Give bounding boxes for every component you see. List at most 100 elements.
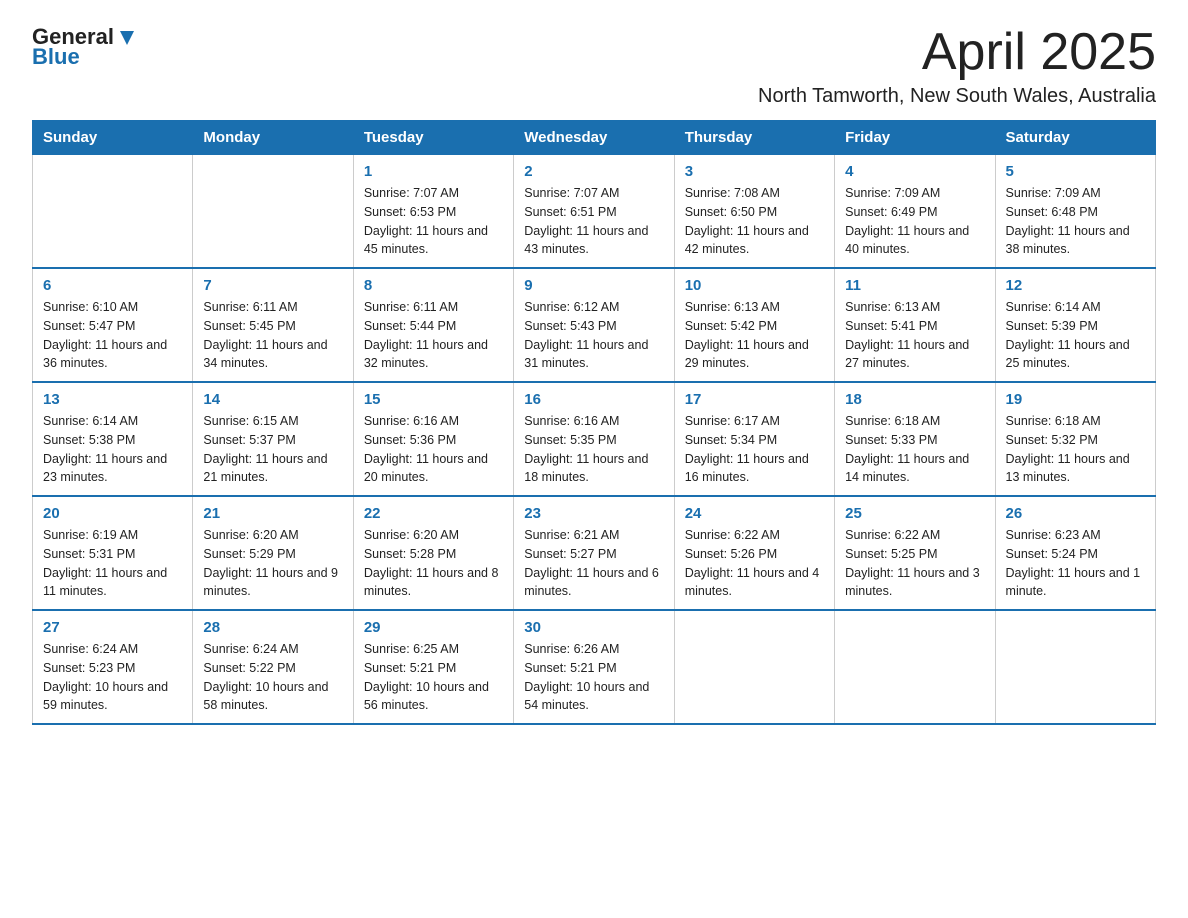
calendar-day-cell bbox=[835, 610, 995, 724]
day-of-week-header: Monday bbox=[193, 121, 353, 155]
day-number: 10 bbox=[685, 277, 824, 294]
day-number: 16 bbox=[524, 391, 663, 408]
calendar-day-cell: 24 Sunrise: 6:22 AMSunset: 5:26 PMDayligh… bbox=[674, 496, 834, 610]
calendar-day-cell: 19 Sunrise: 6:18 AMSunset: 5:32 PMDayligh… bbox=[995, 382, 1155, 496]
day-number: 13 bbox=[43, 391, 182, 408]
day-info: Sunrise: 6:14 AMSunset: 5:39 PMDaylight:… bbox=[1006, 298, 1145, 373]
day-info: Sunrise: 6:20 AMSunset: 5:29 PMDaylight:… bbox=[203, 526, 342, 601]
calendar-day-cell bbox=[674, 610, 834, 724]
day-number: 17 bbox=[685, 391, 824, 408]
day-info: Sunrise: 6:13 AMSunset: 5:42 PMDaylight:… bbox=[685, 298, 824, 373]
calendar-day-cell: 16Sunrise: 6:16 AMSunset: 5:35 PMDayligh… bbox=[514, 382, 674, 496]
day-number: 30 bbox=[524, 619, 663, 636]
calendar-day-cell: 2 Sunrise: 7:07 AMSunset: 6:51 PMDaylight… bbox=[514, 155, 674, 269]
day-number: 4 bbox=[845, 163, 984, 180]
day-info: Sunrise: 7:07 AMSunset: 6:51 PMDaylight:… bbox=[524, 184, 663, 259]
logo-blue-text: Blue bbox=[32, 44, 80, 70]
day-info: Sunrise: 6:14 AMSunset: 5:38 PMDaylight:… bbox=[43, 412, 182, 487]
calendar-day-cell: 15 Sunrise: 6:16 AMSunset: 5:36 PMDayligh… bbox=[353, 382, 513, 496]
day-info: Sunrise: 6:21 AMSunset: 5:27 PMDaylight:… bbox=[524, 526, 663, 601]
calendar-day-cell: 21 Sunrise: 6:20 AMSunset: 5:29 PMDayligh… bbox=[193, 496, 353, 610]
day-number: 28 bbox=[203, 619, 342, 636]
calendar-day-cell: 27 Sunrise: 6:24 AMSunset: 5:23 PMDayligh… bbox=[33, 610, 193, 724]
day-info: Sunrise: 6:10 AMSunset: 5:47 PMDaylight:… bbox=[43, 298, 182, 373]
day-of-week-header: Friday bbox=[835, 121, 995, 155]
day-info: Sunrise: 6:18 AMSunset: 5:32 PMDaylight:… bbox=[1006, 412, 1145, 487]
calendar-day-cell: 6 Sunrise: 6:10 AMSunset: 5:47 PMDaylight… bbox=[33, 268, 193, 382]
calendar-table: SundayMondayTuesdayWednesdayThursdayFrid… bbox=[32, 120, 1156, 725]
day-number: 24 bbox=[685, 505, 824, 522]
calendar-day-cell bbox=[33, 155, 193, 269]
day-of-week-header: Sunday bbox=[33, 121, 193, 155]
day-number: 29 bbox=[364, 619, 503, 636]
calendar-day-cell: 20 Sunrise: 6:19 AMSunset: 5:31 PMDayligh… bbox=[33, 496, 193, 610]
day-number: 2 bbox=[524, 163, 663, 180]
calendar-day-cell: 3 Sunrise: 7:08 AMSunset: 6:50 PMDaylight… bbox=[674, 155, 834, 269]
day-number: 23 bbox=[524, 505, 663, 522]
day-info: Sunrise: 7:09 AMSunset: 6:49 PMDaylight:… bbox=[845, 184, 984, 259]
month-title: April 2025 bbox=[758, 24, 1156, 81]
calendar-day-cell: 13 Sunrise: 6:14 AMSunset: 5:38 PMDayligh… bbox=[33, 382, 193, 496]
day-info: Sunrise: 6:24 AMSunset: 5:22 PMDaylight:… bbox=[203, 640, 342, 715]
calendar-week-row: 27 Sunrise: 6:24 AMSunset: 5:23 PMDayligh… bbox=[33, 610, 1156, 724]
calendar-day-cell: 7 Sunrise: 6:11 AMSunset: 5:45 PMDaylight… bbox=[193, 268, 353, 382]
calendar-header-row: SundayMondayTuesdayWednesdayThursdayFrid… bbox=[33, 121, 1156, 155]
day-number: 25 bbox=[845, 505, 984, 522]
calendar-day-cell: 28 Sunrise: 6:24 AMSunset: 5:22 PMDayligh… bbox=[193, 610, 353, 724]
day-number: 21 bbox=[203, 505, 342, 522]
day-number: 7 bbox=[203, 277, 342, 294]
day-info: Sunrise: 6:22 AMSunset: 5:26 PMDaylight:… bbox=[685, 526, 824, 601]
calendar-day-cell bbox=[995, 610, 1155, 724]
day-number: 20 bbox=[43, 505, 182, 522]
day-number: 6 bbox=[43, 277, 182, 294]
calendar-day-cell: 30Sunrise: 6:26 AMSunset: 5:21 PMDayligh… bbox=[514, 610, 674, 724]
calendar-week-row: 1 Sunrise: 7:07 AMSunset: 6:53 PMDaylight… bbox=[33, 155, 1156, 269]
calendar-day-cell: 26 Sunrise: 6:23 AMSunset: 5:24 PMDayligh… bbox=[995, 496, 1155, 610]
day-number: 9 bbox=[524, 277, 663, 294]
calendar-day-cell: 11Sunrise: 6:13 AMSunset: 5:41 PMDayligh… bbox=[835, 268, 995, 382]
calendar-day-cell: 1 Sunrise: 7:07 AMSunset: 6:53 PMDaylight… bbox=[353, 155, 513, 269]
calendar-day-cell: 8Sunrise: 6:11 AMSunset: 5:44 PMDaylight… bbox=[353, 268, 513, 382]
day-info: Sunrise: 6:18 AMSunset: 5:33 PMDaylight:… bbox=[845, 412, 984, 487]
day-number: 3 bbox=[685, 163, 824, 180]
day-info: Sunrise: 7:07 AMSunset: 6:53 PMDaylight:… bbox=[364, 184, 503, 259]
day-info: Sunrise: 6:12 AMSunset: 5:43 PMDaylight:… bbox=[524, 298, 663, 373]
day-number: 1 bbox=[364, 163, 503, 180]
calendar-day-cell: 18Sunrise: 6:18 AMSunset: 5:33 PMDayligh… bbox=[835, 382, 995, 496]
day-number: 22 bbox=[364, 505, 503, 522]
day-number: 14 bbox=[203, 391, 342, 408]
day-number: 26 bbox=[1006, 505, 1145, 522]
day-number: 12 bbox=[1006, 277, 1145, 294]
day-number: 15 bbox=[364, 391, 503, 408]
calendar-day-cell: 4 Sunrise: 7:09 AMSunset: 6:49 PMDaylight… bbox=[835, 155, 995, 269]
day-number: 27 bbox=[43, 619, 182, 636]
logo-triangle-icon bbox=[116, 27, 138, 49]
calendar-day-cell: 9 Sunrise: 6:12 AMSunset: 5:43 PMDaylight… bbox=[514, 268, 674, 382]
day-info: Sunrise: 6:19 AMSunset: 5:31 PMDaylight:… bbox=[43, 526, 182, 601]
calendar-day-cell: 25 Sunrise: 6:22 AMSunset: 5:25 PMDayligh… bbox=[835, 496, 995, 610]
day-of-week-header: Saturday bbox=[995, 121, 1155, 155]
calendar-day-cell: 29 Sunrise: 6:25 AMSunset: 5:21 PMDayligh… bbox=[353, 610, 513, 724]
calendar-week-row: 20 Sunrise: 6:19 AMSunset: 5:31 PMDayligh… bbox=[33, 496, 1156, 610]
day-info: Sunrise: 6:25 AMSunset: 5:21 PMDaylight:… bbox=[364, 640, 503, 715]
day-info: Sunrise: 6:24 AMSunset: 5:23 PMDaylight:… bbox=[43, 640, 182, 715]
day-info: Sunrise: 7:09 AMSunset: 6:48 PMDaylight:… bbox=[1006, 184, 1145, 259]
calendar-day-cell: 22 Sunrise: 6:20 AMSunset: 5:28 PMDayligh… bbox=[353, 496, 513, 610]
day-info: Sunrise: 6:22 AMSunset: 5:25 PMDaylight:… bbox=[845, 526, 984, 601]
day-info: Sunrise: 7:08 AMSunset: 6:50 PMDaylight:… bbox=[685, 184, 824, 259]
day-info: Sunrise: 6:17 AMSunset: 5:34 PMDaylight:… bbox=[685, 412, 824, 487]
calendar-day-cell bbox=[193, 155, 353, 269]
day-info: Sunrise: 6:23 AMSunset: 5:24 PMDaylight:… bbox=[1006, 526, 1145, 601]
day-of-week-header: Thursday bbox=[674, 121, 834, 155]
day-info: Sunrise: 6:20 AMSunset: 5:28 PMDaylight:… bbox=[364, 526, 503, 601]
day-info: Sunrise: 6:11 AMSunset: 5:45 PMDaylight:… bbox=[203, 298, 342, 373]
calendar-day-cell: 5Sunrise: 7:09 AMSunset: 6:48 PMDaylight… bbox=[995, 155, 1155, 269]
day-of-week-header: Tuesday bbox=[353, 121, 513, 155]
title-block: April 2025 North Tamworth, New South Wal… bbox=[758, 24, 1156, 108]
day-number: 8 bbox=[364, 277, 503, 294]
day-number: 19 bbox=[1006, 391, 1145, 408]
calendar-day-cell: 17 Sunrise: 6:17 AMSunset: 5:34 PMDayligh… bbox=[674, 382, 834, 496]
location-subtitle: North Tamworth, New South Wales, Austral… bbox=[758, 85, 1156, 108]
day-info: Sunrise: 6:16 AMSunset: 5:36 PMDaylight:… bbox=[364, 412, 503, 487]
calendar-week-row: 6 Sunrise: 6:10 AMSunset: 5:47 PMDaylight… bbox=[33, 268, 1156, 382]
